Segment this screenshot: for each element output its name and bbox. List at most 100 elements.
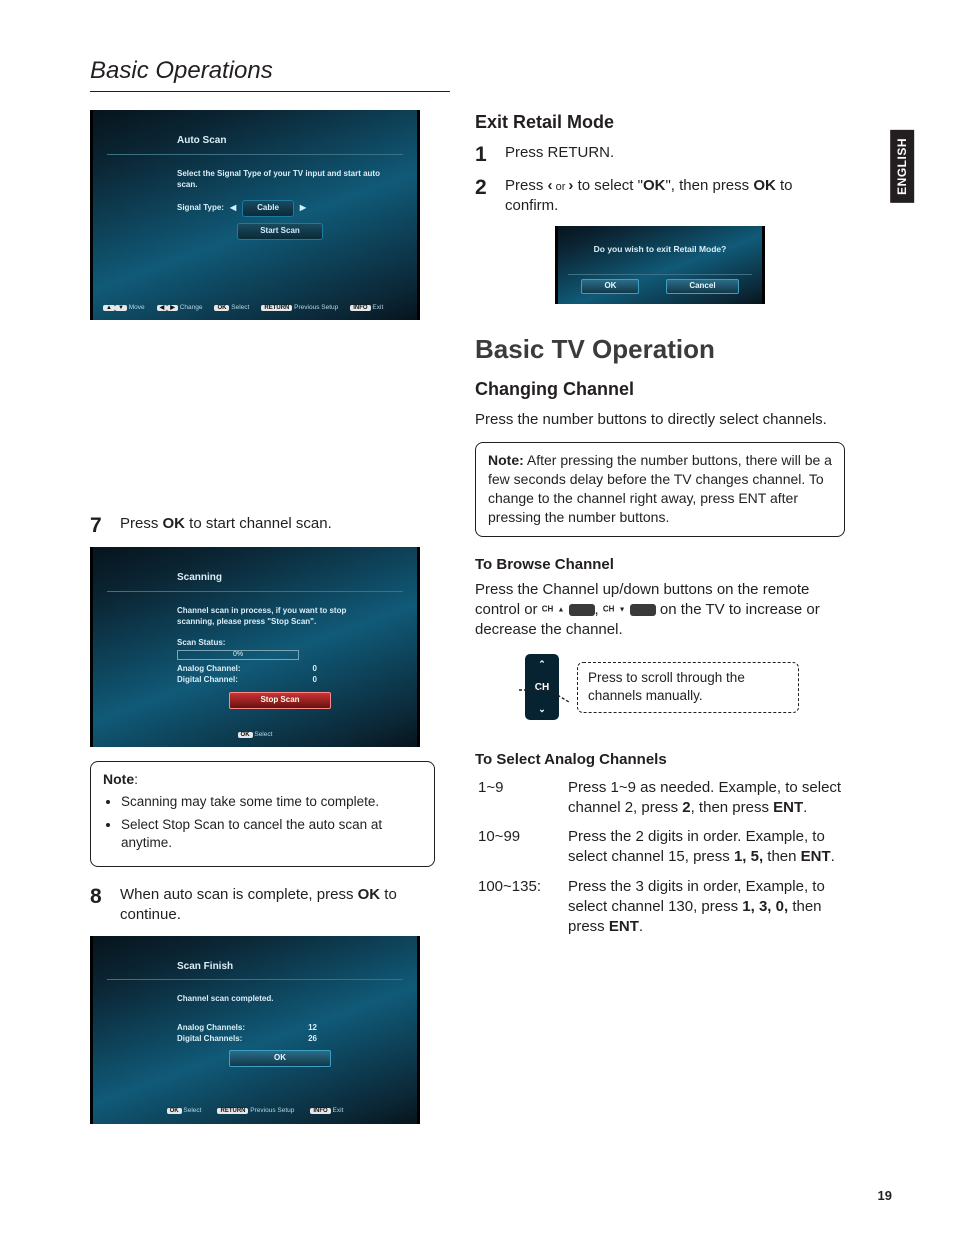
range-cell: 100~135: (477, 876, 565, 944)
footer-ok-key: OK (167, 1108, 182, 1114)
exit-step-1-text: Press RETURN. (505, 143, 614, 166)
table-row: 100~135: Press the 3 digits in order, Ex… (477, 876, 843, 944)
page-header: Basic Operations (90, 55, 450, 92)
footer-move: Move (129, 304, 145, 311)
changing-channel-text: Press the number buttons to directly sel… (475, 410, 845, 430)
language-tab: ENGLISH (890, 130, 914, 203)
finish-msg: Channel scan completed. (177, 994, 383, 1005)
exit-step-1: 1 Press RETURN. (475, 143, 845, 166)
step-8: 8 When auto scan is complete, press OK t… (90, 885, 435, 926)
analog-channel-table: 1~9 Press 1~9 as needed. Example, to sel… (475, 775, 845, 946)
note-box-scan: Note: Scanning may take some time to com… (90, 761, 435, 867)
desc-cell: Press the 3 digits in order, Example, to… (567, 876, 843, 944)
note-item: Scanning may take some time to complete. (121, 793, 422, 811)
exit-cancel-button: Cancel (666, 279, 738, 294)
note-item: Select Stop Scan to cancel the auto scan… (121, 816, 422, 852)
browse-channel-text: Press the Channel up/down buttons on the… (475, 580, 845, 641)
tv-button-icon (630, 604, 656, 616)
progress-percent: 0% (233, 650, 243, 659)
analog-row: Analog Channel:0 (177, 664, 317, 675)
footer-exit: Exit (372, 304, 383, 311)
footer-select: Select (231, 304, 249, 311)
footer-select: Select (183, 1107, 201, 1114)
digital-row: Digital Channel:0 (177, 675, 317, 686)
callout-box: Press to scroll through the channels man… (577, 662, 799, 712)
scan-status-label: Scan Status: (177, 638, 383, 649)
tv-footer: OK Select (93, 723, 417, 742)
digital-row: Digital Channels:26 (177, 1034, 317, 1045)
tv-title: Scan Finish (107, 948, 403, 981)
tv-instruction: Channel scan in process, if you want to … (177, 606, 383, 628)
finish-ok-button: OK (229, 1050, 331, 1067)
page-number: 19 (878, 1187, 892, 1205)
tv-footer: OK Select RETURN Previous Setup INFO Exi… (93, 1099, 417, 1118)
desc-cell: Press 1~9 as needed. Example, to select … (567, 777, 843, 825)
tv-screen-autoscan: Auto Scan Select the Signal Type of your… (90, 110, 420, 320)
stop-scan-button: Stop Scan (229, 692, 331, 709)
footer-change: Change (180, 304, 203, 311)
desc-cell: Press the 2 digits in order. Example, to… (567, 826, 843, 874)
footer-ok-key: OK (238, 732, 253, 738)
tv-instruction: Select the Signal Type of your TV input … (177, 169, 383, 191)
ch-label: CH (542, 605, 554, 614)
browse-channel-heading: To Browse Channel (475, 555, 845, 575)
step-number: 8 (90, 885, 110, 926)
right-column: Exit Retail Mode 1 Press RETURN. 2 Press… (475, 110, 845, 1137)
step-number: 1 (475, 143, 495, 166)
tv-button-icon (569, 604, 595, 616)
tv-footer: ▲▼ Move ◀▶ Change OK Select RETURN Previ… (103, 296, 407, 315)
exit-step-2: 2 Press ‹ or › to select "OK", then pres… (475, 176, 845, 217)
signal-type-row: Signal Type: ◀ Cable ▶ (177, 200, 383, 217)
chevron-up-icon: ⌃ (538, 660, 546, 669)
note-list: Scanning may take some time to complete.… (103, 793, 422, 852)
step-7-text: Press OK to start channel scan. (120, 514, 332, 537)
step-8-text: When auto scan is complete, press OK to … (120, 885, 435, 926)
tv-screen-finish: Scan Finish Channel scan completed. Anal… (90, 936, 420, 1124)
note-box-channel: Note: After pressing the number buttons,… (475, 442, 845, 538)
exit-ok-button: OK (581, 279, 639, 294)
basic-tv-heading: Basic TV Operation (475, 332, 845, 367)
table-row: 10~99 Press the 2 digits in order. Examp… (477, 826, 843, 874)
chevron-down-icon: ⌄ (538, 705, 546, 714)
analog-row: Analog Channels:12 (177, 1023, 317, 1034)
footer-info-key: INFO (350, 305, 370, 311)
tv-title: Auto Scan (107, 122, 403, 155)
footer-exit: Exit (333, 1107, 344, 1114)
footer-select: Select (254, 731, 272, 738)
footer-ok-key: OK (214, 305, 229, 311)
note-title: Note: (488, 452, 524, 468)
footer-return-key: RETURN (217, 1108, 248, 1114)
changing-channel-heading: Changing Channel (475, 377, 845, 401)
left-arrow-icon: ◀ (230, 203, 236, 214)
note-text: After pressing the number buttons, there… (488, 452, 832, 525)
range-cell: 10~99 (477, 826, 565, 874)
step-number: 7 (90, 514, 110, 537)
ch-label: CH (603, 605, 615, 614)
note-title: Note (103, 771, 134, 787)
exit-step-2-text: Press ‹ or › to select "OK", then press … (505, 176, 845, 217)
step-number: 2 (475, 176, 495, 217)
signal-type-value: Cable (242, 200, 294, 217)
right-arrow-icon: ▶ (300, 203, 306, 214)
progress-bar: 0% (177, 650, 299, 660)
footer-prev: Previous Setup (250, 1107, 294, 1114)
start-scan-button: Start Scan (237, 223, 323, 240)
analog-heading: To Select Analog Channels (475, 750, 845, 770)
channel-widget: ⌃ CH ⌄ Press to scroll through the chann… (525, 654, 845, 720)
exit-retail-heading: Exit Retail Mode (475, 110, 845, 134)
footer-return-key: RETURN (261, 305, 292, 311)
footer-info-key: INFO (310, 1108, 330, 1114)
range-cell: 1~9 (477, 777, 565, 825)
step-7: 7 Press OK to start channel scan. (90, 514, 435, 537)
tv-title: Scanning (107, 559, 403, 592)
table-row: 1~9 Press 1~9 as needed. Example, to sel… (477, 777, 843, 825)
manual-page: Basic Operations ENGLISH Auto Scan Selec… (0, 0, 954, 1235)
up-arrow-icon: ▲ (557, 606, 564, 613)
down-arrow-icon: ▼ (619, 606, 626, 613)
tv-screen-scanning: Scanning Channel scan in process, if you… (90, 547, 420, 747)
left-column: Auto Scan Select the Signal Type of your… (90, 110, 435, 1137)
tv-screen-exit-retail: Do you wish to exit Retail Mode? OK Canc… (555, 226, 765, 304)
signal-type-label: Signal Type: (177, 203, 224, 214)
footer-prev: Previous Setup (294, 304, 338, 311)
exit-question: Do you wish to exit Retail Mode? (568, 244, 752, 255)
